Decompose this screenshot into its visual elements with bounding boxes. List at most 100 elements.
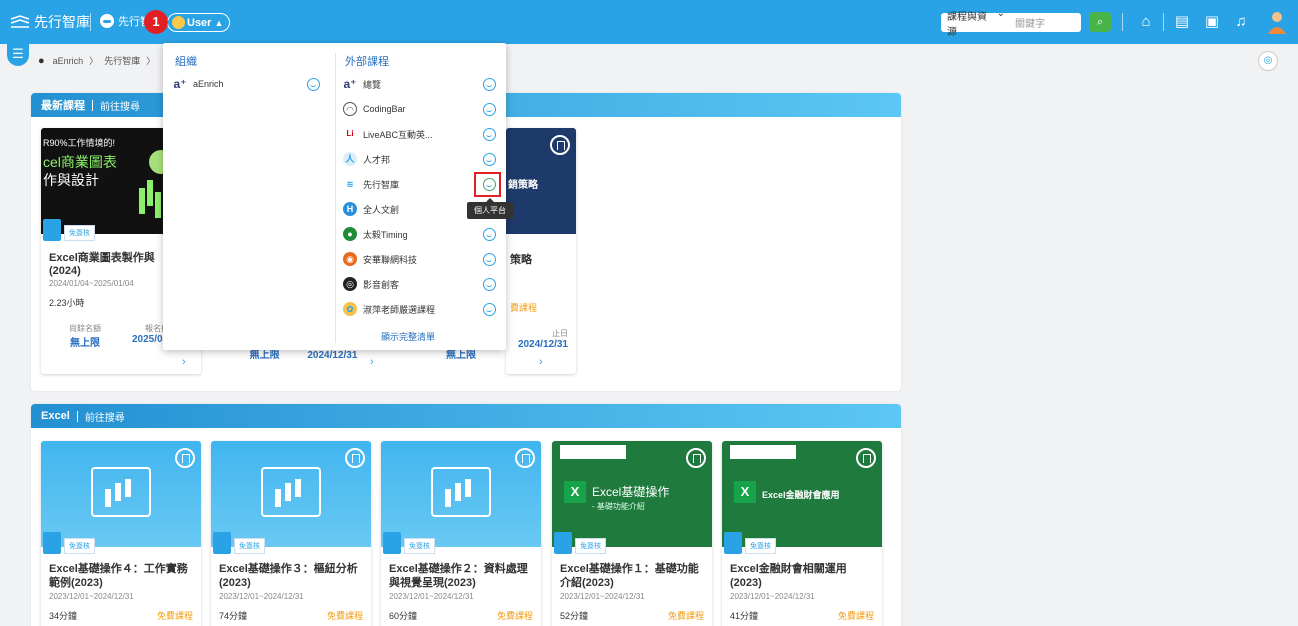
personal-platform-icon[interactable]: [483, 253, 496, 266]
ext-item-label: 安華聯網科技: [363, 254, 418, 265]
publisher-logo: [730, 445, 796, 459]
ext-item[interactable]: ◎ 影音創客: [343, 273, 399, 295]
personal-platform-icon[interactable]: [483, 228, 496, 241]
brand-icon: [10, 15, 30, 28]
ext-item[interactable]: Li LiveABC互動英...: [343, 123, 432, 145]
ext-item[interactable]: ✿ 淑萍老師嚴選課程: [343, 298, 435, 320]
ext-item[interactable]: ◉ 安華聯網科技: [343, 248, 417, 270]
bookmark-icon[interactable]: [345, 448, 365, 468]
personal-platform-icon[interactable]: [483, 103, 496, 116]
ext-item-label: 影音創客: [363, 279, 400, 290]
liveabc-icon: Li: [346, 129, 354, 138]
chevron-right-icon[interactable]: ›: [182, 356, 186, 368]
course-price: 免費課程: [837, 611, 874, 621]
deadline-value: 2024/12/31: [517, 339, 568, 350]
ext-item[interactable]: H 全人文創: [343, 198, 399, 220]
bookmark-icon[interactable]: [515, 448, 535, 468]
ext-item[interactable]: a⁺ 總覽: [343, 73, 381, 95]
quota-label: 尚餘名額: [69, 324, 101, 333]
thumbnail-title: Excel金融財會應用: [762, 490, 840, 500]
excel-section: Excel 前往搜尋 免簽核 Excel基礎操作４：工作實務範例(2023) 2…: [31, 404, 901, 626]
search-icon: ⌕: [1096, 16, 1104, 28]
course-card[interactable]: 銷策略 策略 費課程 止日 2024/12/31: [506, 128, 576, 374]
divider: [90, 13, 91, 31]
show-all-link[interactable]: 顯示完整清單: [381, 330, 435, 343]
user-menu-button[interactable]: User ▲: [167, 13, 231, 32]
course-duration: 41分鐘: [730, 611, 759, 621]
divider: [335, 53, 336, 343]
search-input[interactable]: 關鍵字: [1011, 15, 1081, 30]
ext-item-label: 淑萍老師嚴選課程: [363, 304, 436, 315]
personal-platform-icon[interactable]: [307, 78, 320, 91]
settings-icon[interactable]: ◎: [1258, 51, 1278, 71]
org-item-aenrich[interactable]: a⁺ aEnrich: [173, 73, 223, 95]
course-title: Excel基礎操作１：基礎功能介紹(2023): [560, 563, 699, 589]
step-number-badge: 1: [144, 10, 168, 34]
personal-platform-icon[interactable]: [483, 303, 496, 316]
course-dates: 2023/12/01~2024/12/31: [389, 592, 474, 601]
course-dates: 2023/12/01~2024/12/31: [560, 592, 645, 601]
course-thumbnail: X Excel金融財會應用 免簽核: [722, 441, 882, 554]
search-button[interactable]: ⌕: [1089, 12, 1111, 32]
course-duration: 74分鐘: [219, 611, 248, 621]
screen-icon: [43, 219, 61, 241]
search-link[interactable]: 前往搜尋: [85, 409, 125, 424]
course-thumbnail: 免簽核: [381, 441, 541, 554]
chevron-right-icon[interactable]: ›: [370, 356, 374, 368]
codingbar-icon: ◠: [343, 102, 357, 116]
chevron-right-icon: 〉: [146, 56, 156, 66]
bell-icon[interactable]: ♫: [1231, 12, 1251, 32]
breadcrumb-item[interactable]: 先行智庫: [104, 54, 140, 67]
course-card[interactable]: X Excel基礎操作 - 基礎功能介紹 免簽核 Excel基礎操作１：基礎功能…: [552, 441, 712, 626]
free-tag: 免簽核: [43, 219, 95, 241]
ext-item-label: CodingBar: [363, 104, 406, 114]
platform-icon: [100, 14, 114, 28]
course-card[interactable]: 免簽核 Excel基礎操作３：樞紐分析(2023) 2023/12/01~202…: [211, 441, 371, 626]
breadcrumb: ● aEnrich 〉 先行智庫 〉: [38, 54, 161, 67]
course-duration: 34分鐘: [49, 611, 78, 621]
menu-icon[interactable]: ☰: [7, 44, 29, 66]
org-header: 組織: [175, 56, 197, 68]
avatar[interactable]: [1266, 10, 1288, 34]
card-icon[interactable]: ▣: [1202, 12, 1222, 32]
bookmark-icon[interactable]: [686, 448, 706, 468]
chevron-down-icon: ⌄: [996, 7, 1005, 19]
ext-item[interactable]: ≋ 先行智庫: [343, 173, 399, 195]
course-card[interactable]: 免簽核 Excel基礎操作４：工作實務範例(2023) 2023/12/01~2…: [41, 441, 201, 626]
excel-illustration: [261, 467, 321, 517]
ext-item[interactable]: 人人才邦: [343, 148, 390, 170]
course-price: 費課程: [510, 303, 538, 313]
ext-item-label: 先行智庫: [363, 179, 400, 190]
tag-label: 免簽核: [64, 225, 95, 241]
brand-logo[interactable]: 先行智庫: [10, 11, 90, 33]
excel-illustration: [91, 467, 151, 517]
bookmark-icon[interactable]: [175, 448, 195, 468]
personal-platform-icon[interactable]: [483, 278, 496, 291]
highlight-box: [474, 172, 501, 197]
location-pin-icon: ●: [38, 54, 45, 67]
search-scope-select[interactable]: 課程與資源 ⌄: [941, 8, 1011, 38]
personal-platform-icon[interactable]: [483, 153, 496, 166]
ext-item-label: 人才邦: [363, 154, 391, 165]
ext-item-label: 太毅Timing: [363, 229, 408, 240]
course-card[interactable]: 免簽核 Excel基礎操作２：資料處理與視覺呈現(2023) 2023/12/0…: [381, 441, 541, 626]
course-title: Excel基礎操作３：樞紐分析(2023): [219, 563, 358, 589]
bookmark-icon[interactable]: [856, 448, 876, 468]
breadcrumb-item[interactable]: aEnrich: [53, 56, 84, 66]
thumbnail-title: Excel基礎操作: [592, 485, 670, 499]
search-link[interactable]: 前往搜尋: [100, 98, 140, 113]
course-card[interactable]: X Excel金融財會應用 免簽核 Excel金融財會相關運用(2023) 20…: [722, 441, 882, 626]
ext-item[interactable]: ◠ CodingBar: [343, 98, 406, 120]
ext-item[interactable]: ● 太毅Timing: [343, 223, 408, 245]
bookmark-icon[interactable]: [550, 135, 570, 155]
book-icon[interactable]: ▤: [1172, 12, 1192, 32]
chevron-right-icon[interactable]: ›: [539, 356, 543, 368]
home-icon[interactable]: ⌂: [1136, 12, 1156, 32]
talent-icon: 人: [343, 152, 357, 166]
search-scope-value: 課程與資源: [947, 11, 987, 38]
personal-platform-icon[interactable]: [483, 78, 496, 91]
excel-icon: X: [564, 481, 586, 503]
personal-platform-icon[interactable]: [483, 128, 496, 141]
caret-up-icon: ▲: [214, 17, 224, 28]
screen-icon: [213, 532, 231, 554]
